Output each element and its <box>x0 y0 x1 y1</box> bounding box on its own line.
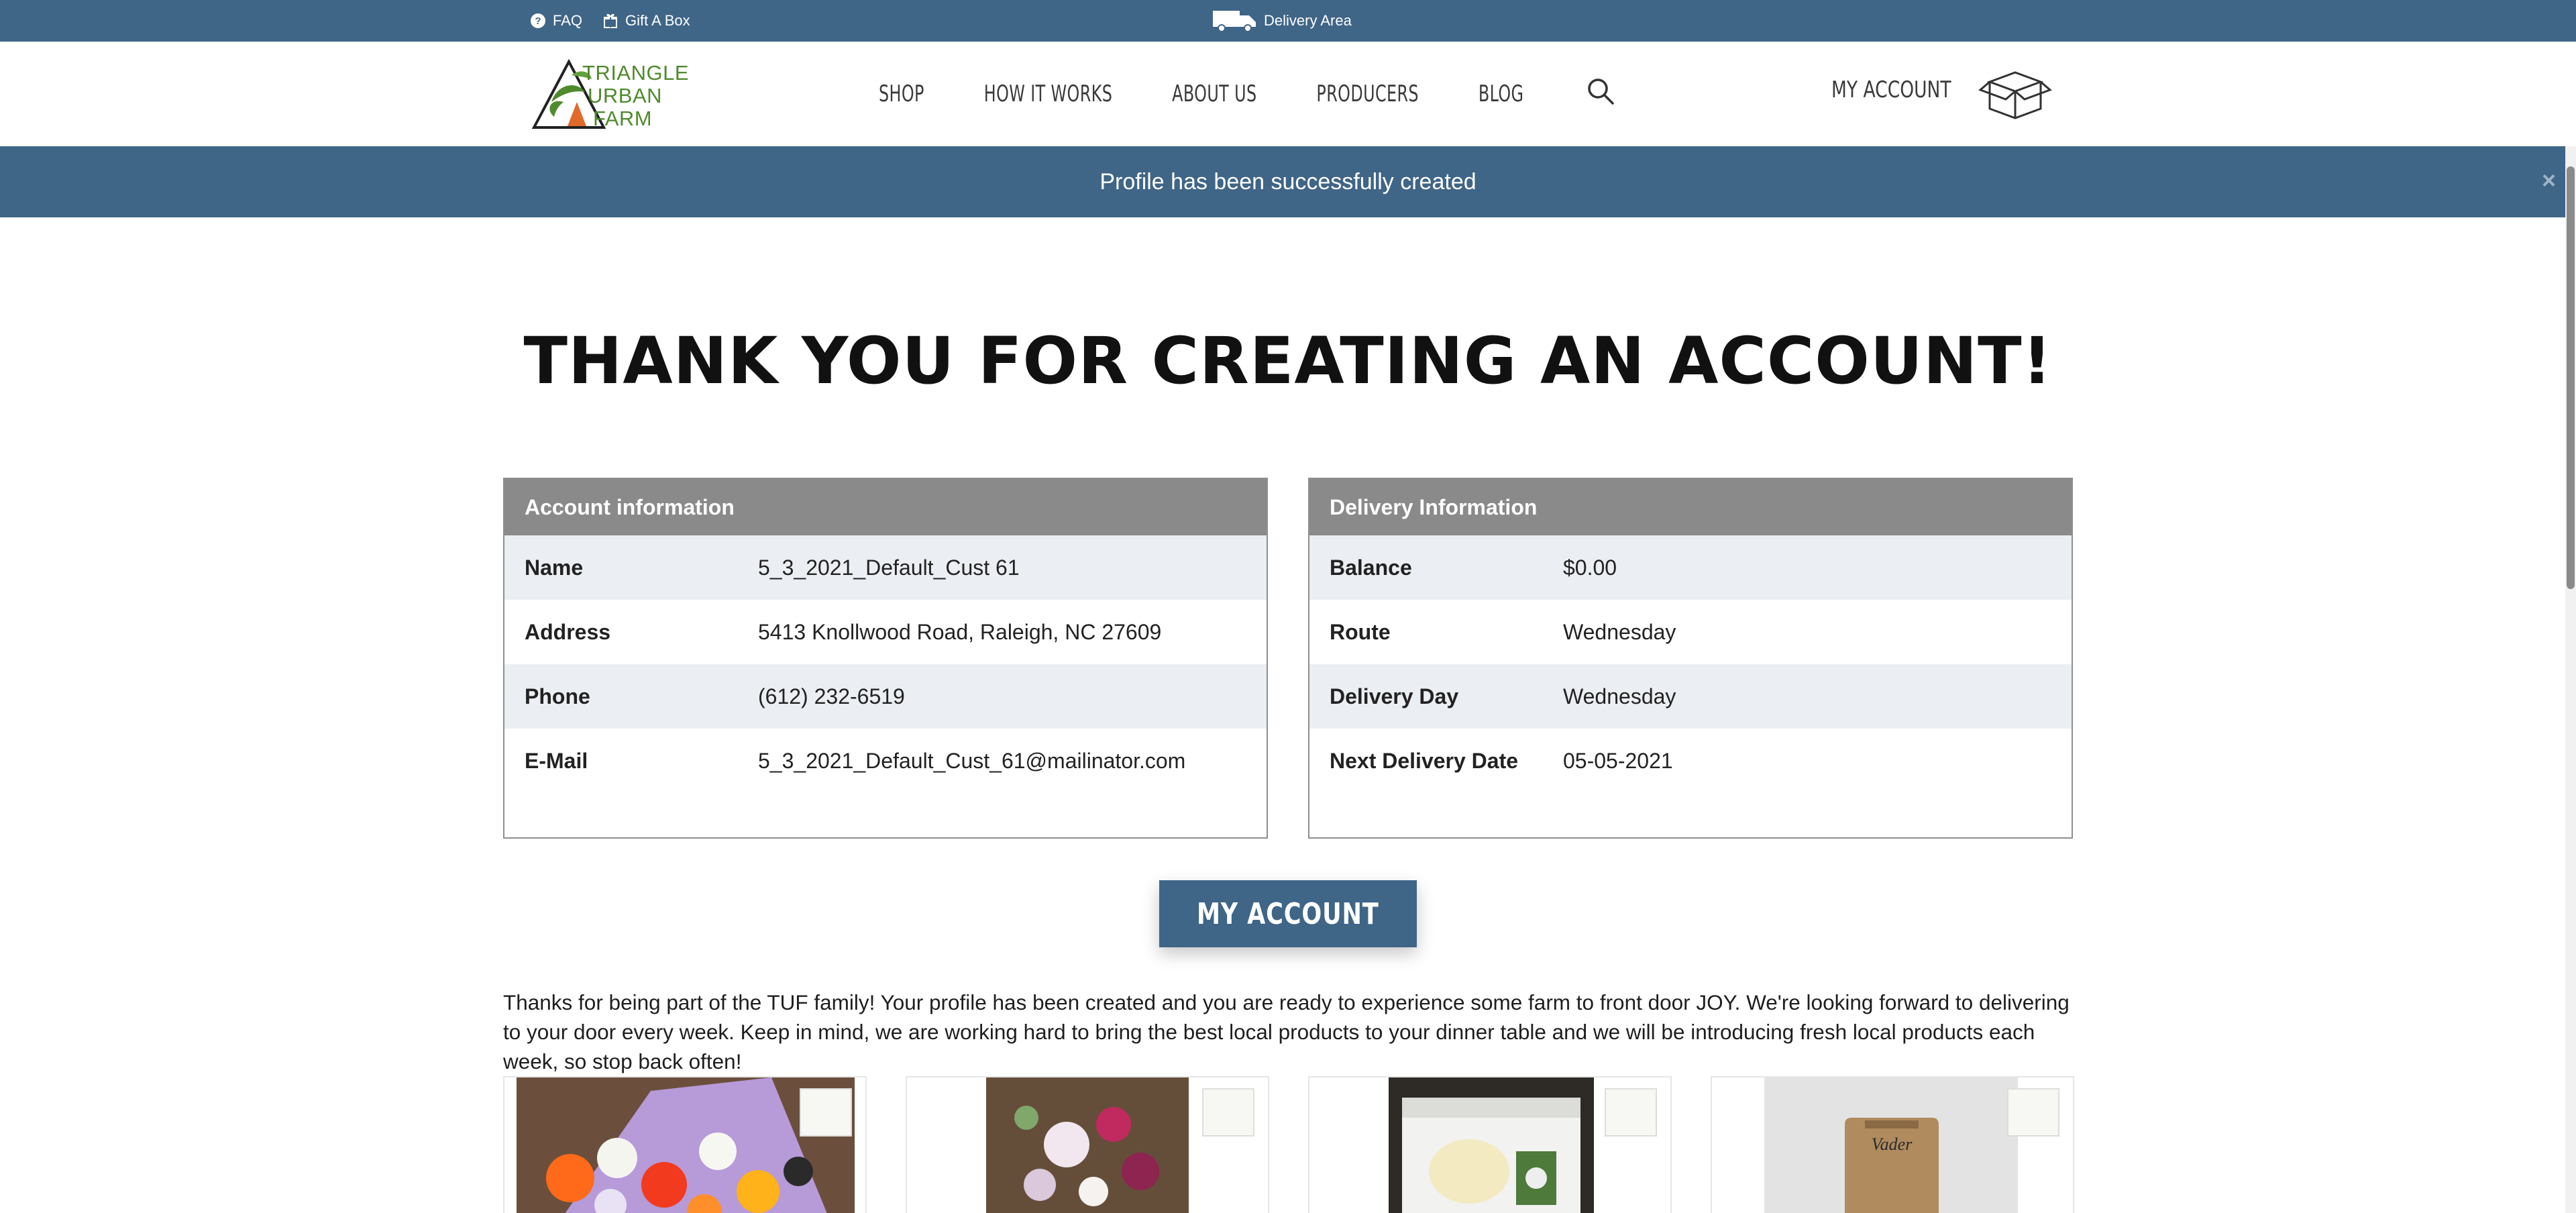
local-badge-icon <box>2007 1088 2059 1137</box>
nav-item-producers[interactable]: PRODUCERS <box>1316 81 1419 107</box>
local-badge-icon <box>800 1088 852 1137</box>
alert-message: Profile has been successfully created <box>1099 168 1477 195</box>
account-information-card: Account information Name 5_3_2021_Defaul… <box>503 478 1268 839</box>
account-row-phone: Phone (612) 232-6519 <box>504 664 1267 729</box>
top-utility-bar: ? FAQ Gift A Box Delivery Area <box>0 0 2576 42</box>
flower-vase-image <box>986 1077 1189 1213</box>
account-row-name: Name 5_3_2021_Default_Cust 61 <box>504 535 1267 600</box>
local-badge-icon <box>1202 1088 1254 1137</box>
delivery-label: Balance <box>1330 555 1412 580</box>
my-account-button[interactable]: MY ACCOUNT <box>1159 880 1417 947</box>
question-circle-icon: ? <box>531 13 545 28</box>
account-value: 5_3_2021_Default_Cust_61@mailinator.com <box>758 748 1186 773</box>
my-account-button-label: MY ACCOUNT <box>1197 896 1379 931</box>
delivery-label: Next Delivery Date <box>1330 748 1519 773</box>
delivery-area-link[interactable]: Delivery Area <box>1213 0 1352 42</box>
product-card[interactable]: Vader <box>1711 1076 2074 1213</box>
svg-text:Vader: Vader <box>1872 1135 1913 1154</box>
search-button[interactable] <box>1586 76 1615 109</box>
local-badge-icon <box>1605 1088 1657 1137</box>
delivery-label: Delivery Day <box>1330 684 1459 708</box>
account-label: Phone <box>525 684 590 708</box>
gift-a-box-link[interactable]: Gift A Box <box>602 0 690 42</box>
account-label: E-Mail <box>525 748 588 773</box>
product-card[interactable] <box>503 1076 867 1213</box>
my-account-link[interactable]: MY ACCOUNT <box>1831 76 1951 103</box>
search-icon <box>1588 78 1614 105</box>
gift-a-box-label: Gift A Box <box>625 12 690 29</box>
account-value: 5413 Knollwood Road, Raleigh, NC 27609 <box>758 619 1162 644</box>
delivery-row-next-delivery-date: Next Delivery Date 05-05-2021 <box>1309 729 2072 793</box>
delivery-area-label: Delivery Area <box>1264 12 1352 29</box>
success-alert: Profile has been successfully created × <box>0 146 2576 217</box>
close-icon[interactable]: × <box>2542 166 2556 195</box>
account-label: Address <box>525 619 611 644</box>
delivery-information-heading: Delivery Information <box>1309 479 2072 535</box>
site-header: TRIANGLE URBAN FARM SHOP HOW IT WORKS AB… <box>0 42 2576 146</box>
box-icon <box>1978 71 2052 119</box>
nav-item-blog[interactable]: BLOG <box>1479 81 1524 107</box>
account-value: 5_3_2021_Default_Cust 61 <box>758 555 1020 580</box>
account-value: (612) 232-6519 <box>758 684 905 708</box>
delivery-truck-icon <box>1213 11 1256 32</box>
delivery-value: 05-05-2021 <box>1563 748 1673 773</box>
delivery-value: $0.00 <box>1563 555 1617 580</box>
main-nav: SHOP HOW IT WORKS ABOUT US PRODUCERS BLO… <box>879 42 1583 146</box>
logo-line-1: TRIANGLE <box>582 61 690 85</box>
delivery-label: Route <box>1330 619 1391 644</box>
gift-box-image <box>1389 1077 1594 1213</box>
account-label: Name <box>525 555 584 580</box>
logo-wordmark: TRIANGLE URBAN FARM <box>582 62 689 130</box>
logo-line-2: URBAN <box>588 84 663 107</box>
svg-text:?: ? <box>535 15 541 27</box>
site-logo[interactable]: TRIANGLE URBAN FARM <box>531 55 692 134</box>
account-information-heading: Account information <box>504 479 1267 535</box>
intro-paragraph: Thanks for being part of the TUF family!… <box>503 990 2070 1073</box>
page-title: THANK YOU FOR CREATING AN ACCOUNT! <box>523 323 2053 399</box>
gift-icon <box>604 13 617 28</box>
delivery-information-card: Delivery Information Balance $0.00 Route… <box>1308 478 2073 839</box>
delivery-value: Wednesday <box>1563 684 1676 708</box>
coffee-bag-image: Vader <box>1764 1077 2018 1213</box>
cart-box-button[interactable] <box>1978 67 2053 124</box>
account-row-email: E-Mail 5_3_2021_Default_Cust_61@mailinat… <box>504 729 1267 793</box>
page-scrollbar[interactable] <box>2565 146 2576 1213</box>
delivery-row-route: Route Wednesday <box>1309 600 2072 664</box>
logo-line-3: FARM <box>593 107 653 130</box>
account-row-address: Address 5413 Knollwood Road, Raleigh, NC… <box>504 600 1267 664</box>
faq-label: FAQ <box>553 12 583 29</box>
product-card[interactable] <box>1308 1076 1672 1213</box>
nav-item-how-it-works[interactable]: HOW IT WORKS <box>984 81 1112 107</box>
nav-item-shop[interactable]: SHOP <box>879 81 924 107</box>
product-card[interactable] <box>906 1076 1269 1213</box>
nav-item-about-us[interactable]: ABOUT US <box>1172 81 1256 107</box>
faq-link[interactable]: ? FAQ <box>530 0 582 42</box>
delivery-row-balance: Balance $0.00 <box>1309 535 2072 600</box>
delivery-row-delivery-day: Delivery Day Wednesday <box>1309 664 2072 729</box>
delivery-value: Wednesday <box>1563 619 1676 644</box>
